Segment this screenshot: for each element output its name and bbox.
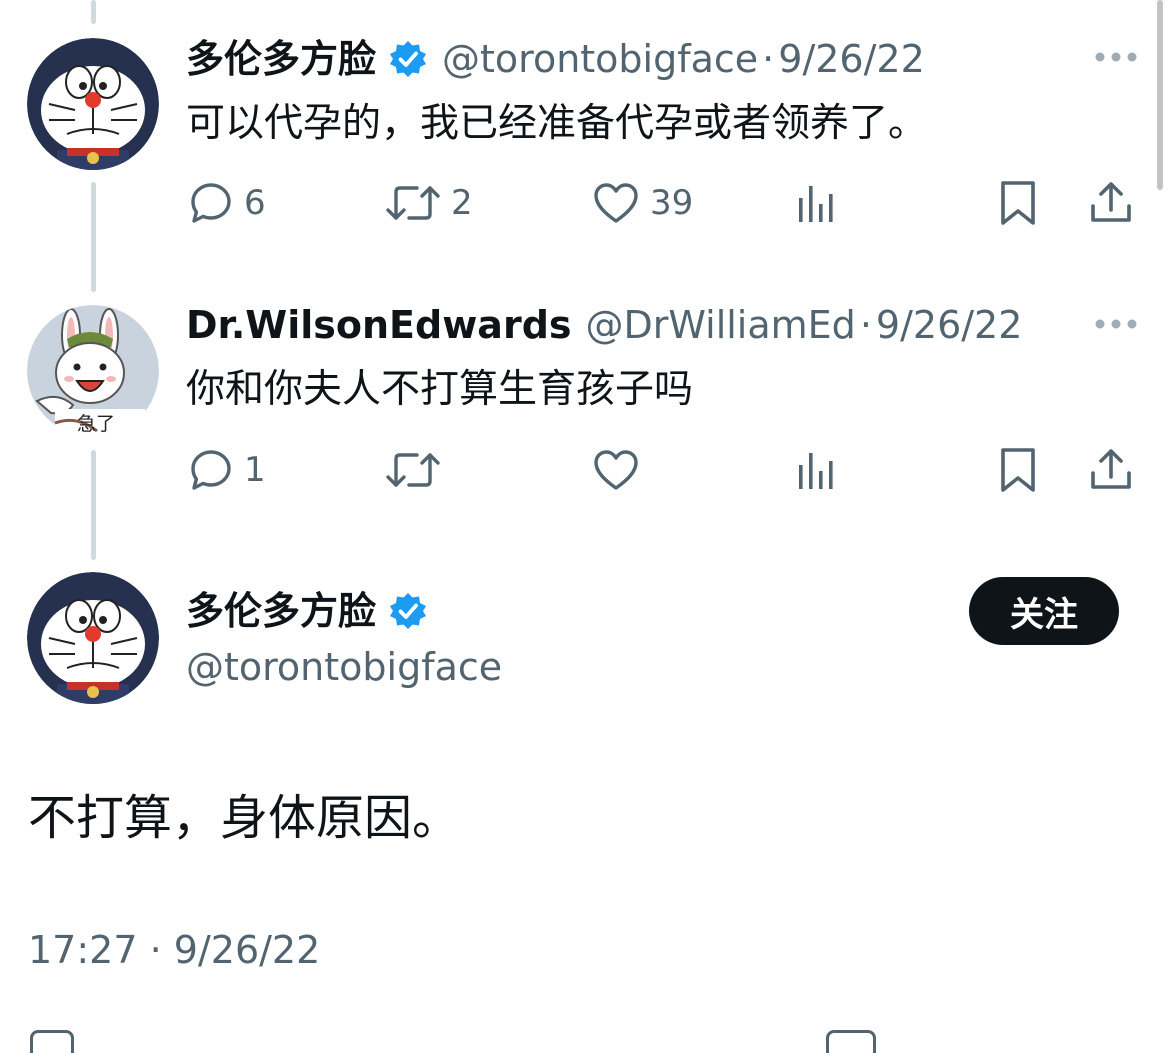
handle[interactable]: @torontobigface xyxy=(442,34,758,84)
main-tweet-name-row: 多伦多方脸 xyxy=(186,586,428,636)
separator-dot: · xyxy=(859,303,872,347)
share-button[interactable] xyxy=(1088,178,1134,228)
retweet-icon xyxy=(386,186,440,220)
bookmark-icon xyxy=(1001,448,1035,492)
share-icon xyxy=(1091,182,1131,222)
views-chart-icon xyxy=(799,453,833,489)
display-name[interactable]: 多伦多方脸 xyxy=(186,34,376,84)
tweet-header: 多伦多方脸 @torontobigface · 9/26/22 xyxy=(186,34,925,84)
bottom-action-icon[interactable] xyxy=(30,1030,74,1053)
avatar[interactable] xyxy=(27,572,159,704)
like-button[interactable]: 39 xyxy=(592,178,693,228)
tweet-time: 17:27 xyxy=(28,928,138,972)
avatar[interactable]: 急了 xyxy=(27,305,159,437)
tweet-date[interactable]: 9/26/22 xyxy=(876,300,1023,350)
reply-button[interactable]: 1 xyxy=(188,445,266,495)
views-button[interactable] xyxy=(796,178,838,228)
handle[interactable]: @DrWilliamEd xyxy=(586,300,856,350)
separator-dot: · xyxy=(762,37,775,81)
heart-icon xyxy=(594,183,638,223)
follow-button[interactable]: 关注 xyxy=(969,577,1119,645)
retweet-icon xyxy=(386,453,440,487)
retweet-button[interactable]: 2 xyxy=(385,178,473,228)
thread-line-1 xyxy=(91,182,96,292)
tweet-timestamp[interactable]: 17:27 · 9/26/22 xyxy=(28,924,320,976)
verified-badge-icon xyxy=(390,41,427,77)
scrollbar[interactable] xyxy=(1157,0,1163,190)
bookmark-icon xyxy=(1001,181,1035,225)
tweet-text: 你和你夫人不打算生育孩子吗 xyxy=(186,367,694,412)
like-button[interactable] xyxy=(592,445,640,495)
reply-icon xyxy=(191,183,231,223)
thread-line-top xyxy=(91,0,96,24)
tweet-date[interactable]: 9/26/22 xyxy=(778,34,925,84)
tweet-date: 9/26/22 xyxy=(173,928,321,972)
views-button[interactable] xyxy=(796,445,838,495)
reply-count: 6 xyxy=(244,183,266,223)
more-options-icon[interactable] xyxy=(1093,49,1139,65)
bottom-action-icon[interactable] xyxy=(826,1030,876,1053)
bookmark-button[interactable] xyxy=(998,178,1038,228)
separator-dot: · xyxy=(149,928,162,972)
reply-icon xyxy=(191,450,231,490)
reply-count: 1 xyxy=(244,450,266,490)
handle[interactable]: @torontobigface xyxy=(186,642,502,692)
avatar-caption: 急了 xyxy=(77,413,116,435)
thread-line-2 xyxy=(91,450,96,560)
verified-badge-icon xyxy=(390,593,427,629)
like-count: 39 xyxy=(650,183,694,223)
retweet-button[interactable] xyxy=(385,445,441,495)
display-name[interactable]: Dr.WilsonEdwards xyxy=(186,300,572,350)
more-options-icon[interactable] xyxy=(1093,316,1139,332)
share-button[interactable] xyxy=(1088,445,1134,495)
tweet-header: Dr.WilsonEdwards @DrWilliamEd · 9/26/22 xyxy=(186,300,1022,350)
doraemon-avatar-icon xyxy=(27,572,159,704)
share-icon xyxy=(1091,449,1131,489)
heart-icon xyxy=(594,450,638,490)
tweet-text: 可以代孕的，我已经准备代孕或者领养了。 xyxy=(186,101,928,146)
doraemon-avatar-icon xyxy=(27,38,159,170)
views-chart-icon xyxy=(799,186,833,222)
bookmark-button[interactable] xyxy=(998,445,1038,495)
retweet-count: 2 xyxy=(451,183,473,223)
main-tweet-handle-row: @torontobigface xyxy=(186,642,502,692)
main-tweet-text: 不打算，身体原因。 xyxy=(28,790,461,846)
reply-button[interactable]: 6 xyxy=(188,178,266,228)
display-name[interactable]: 多伦多方脸 xyxy=(186,586,376,636)
avatar[interactable] xyxy=(27,38,159,170)
